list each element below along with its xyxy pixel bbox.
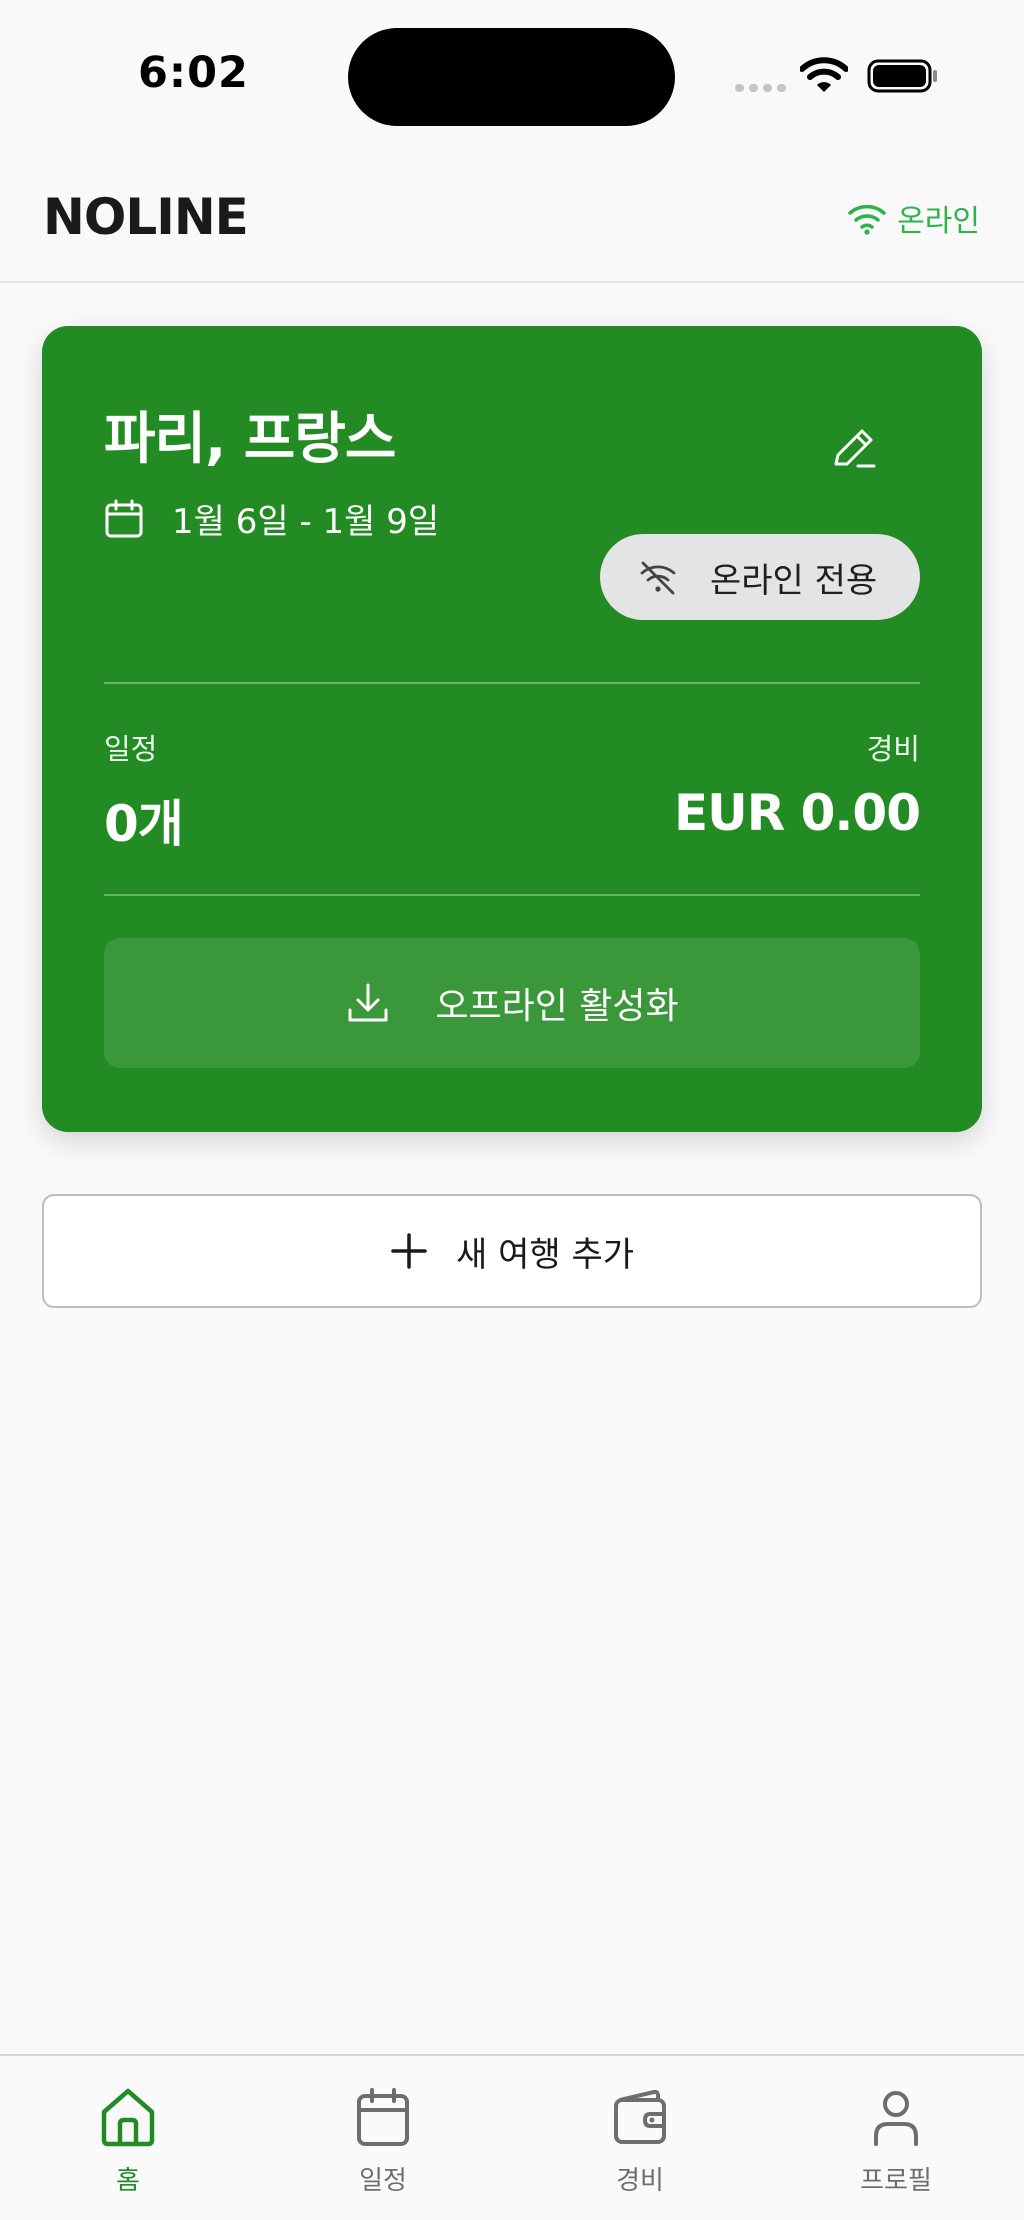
schedule-count: 0개 xyxy=(104,795,184,853)
cellular-signal-icon xyxy=(735,84,787,92)
bottom-tab-bar: 홈 일정 경비 프로필 xyxy=(0,2054,1024,2220)
wifi-icon xyxy=(800,57,848,92)
edit-trip-button[interactable] xyxy=(824,418,884,478)
status-time: 6:02 xyxy=(138,48,249,98)
add-trip-label: 새 여행 추가 xyxy=(455,1234,634,1275)
enable-offline-label: 오프라인 활성화 xyxy=(435,986,679,1027)
card-divider xyxy=(104,682,920,684)
tab-home-label: 홈 xyxy=(116,2166,140,2196)
download-icon xyxy=(348,983,388,1022)
schedule-label: 일정 xyxy=(104,732,158,766)
mode-label: 온라인 전용 xyxy=(710,560,878,601)
tab-profile-label: 프로필 xyxy=(860,2166,932,2196)
tab-home[interactable]: 홈 xyxy=(58,2086,198,2197)
trip-dates: 1월 6일 - 1월 9일 xyxy=(104,494,439,543)
battery-icon xyxy=(867,59,937,93)
trip-title: 파리, 프랑스 xyxy=(104,407,396,472)
pencil-icon xyxy=(834,429,876,468)
calendar-icon xyxy=(357,2088,409,2146)
app-header: NOLINE 온라인 xyxy=(0,150,1024,283)
home-icon xyxy=(101,2088,155,2147)
online-only-badge[interactable]: 온라인 전용 xyxy=(600,534,920,620)
tab-profile[interactable]: 프로필 xyxy=(826,2086,966,2197)
expense-label: 경비 xyxy=(866,732,920,766)
tab-expenses[interactable]: 경비 xyxy=(570,2086,710,2197)
wallet-icon xyxy=(614,2089,666,2144)
dynamic-island xyxy=(348,28,675,126)
connection-label: 온라인 xyxy=(897,204,980,239)
trip-date-range: 1월 6일 - 1월 9일 xyxy=(172,502,440,542)
wifi-icon xyxy=(848,205,886,235)
expense-total: EUR 0.00 xyxy=(673,784,921,842)
trip-card[interactable]: 파리, 프랑스 1월 6일 - 1월 9일 온라인 전용 일정 0개 경비 EU… xyxy=(42,326,982,1132)
status-bar: 6:02 xyxy=(0,0,1024,150)
home-screen: 6:02 NOLINE 온라인 파리, 프랑스 1월 6일 - 1월 9일 온라… xyxy=(0,0,1024,2220)
card-divider xyxy=(104,894,920,896)
tab-schedule-label: 일정 xyxy=(359,2166,407,2196)
tab-expenses-label: 경비 xyxy=(616,2166,664,2196)
plus-icon xyxy=(391,1233,427,1269)
connection-status: 온라인 xyxy=(847,196,980,240)
calendar-icon xyxy=(105,499,143,537)
person-icon xyxy=(874,2091,918,2146)
app-logo: NOLINE xyxy=(43,188,249,246)
enable-offline-button[interactable]: 오프라인 활성화 xyxy=(104,938,920,1068)
wifi-off-icon xyxy=(640,561,676,595)
tab-schedule[interactable]: 일정 xyxy=(313,2086,453,2197)
add-trip-button[interactable]: 새 여행 추가 xyxy=(42,1194,982,1308)
